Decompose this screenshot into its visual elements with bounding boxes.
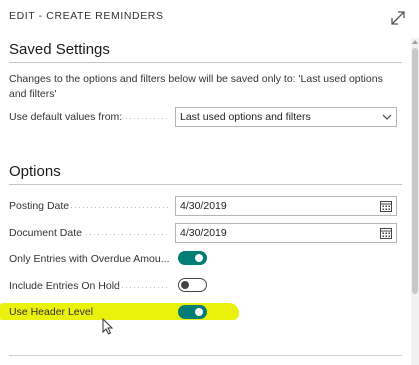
- document-date-label: Document Date: [9, 227, 82, 239]
- only-overdue-label: Only Entries with Overdue Amou...: [9, 253, 170, 265]
- label-leader-dots: [118, 287, 170, 288]
- mouse-cursor-icon: [102, 318, 114, 335]
- saved-settings-heading[interactable]: Saved Settings: [9, 41, 110, 58]
- chevron-down-icon: [382, 114, 392, 120]
- include-on-hold-label: Include Entries On Hold: [9, 280, 120, 292]
- label-leader-dots: [71, 207, 170, 208]
- label-leader-dots: [86, 234, 170, 235]
- calendar-icon[interactable]: [380, 227, 392, 239]
- saved-settings-info: Changes to the options and filters below…: [9, 73, 383, 100]
- dialog-title: EDIT - CREATE REMINDERS: [9, 10, 164, 22]
- toggle-knob: [181, 280, 189, 289]
- only-overdue-toggle[interactable]: [178, 251, 207, 265]
- default-values-selected: Last used options and filters: [180, 111, 311, 123]
- options-heading[interactable]: Options: [9, 163, 61, 180]
- bottom-divider: [9, 355, 402, 356]
- section-divider: [9, 184, 402, 185]
- posting-date-input[interactable]: 4/30/2019: [175, 196, 397, 216]
- toggle-knob: [195, 308, 203, 316]
- toggle-knob: [195, 254, 203, 262]
- default-values-label: Use default values from:: [9, 111, 123, 123]
- include-on-hold-toggle[interactable]: [178, 278, 207, 292]
- scroll-up-arrow-icon[interactable]: [412, 40, 418, 44]
- posting-date-label: Posting Date: [9, 200, 70, 212]
- section-divider: [9, 62, 402, 63]
- default-values-select[interactable]: Last used options and filters: [175, 107, 397, 127]
- expand-icon[interactable]: [389, 9, 407, 27]
- scrollbar-thumb[interactable]: [412, 48, 418, 294]
- use-header-level-label: Use Header Level: [9, 306, 94, 318]
- label-leader-dots: [122, 118, 170, 119]
- document-date-input[interactable]: 4/30/2019: [175, 223, 397, 243]
- posting-date-value: 4/30/2019: [180, 200, 227, 212]
- calendar-icon[interactable]: [380, 200, 392, 212]
- use-header-level-toggle[interactable]: [178, 305, 207, 319]
- document-date-value: 4/30/2019: [180, 227, 227, 239]
